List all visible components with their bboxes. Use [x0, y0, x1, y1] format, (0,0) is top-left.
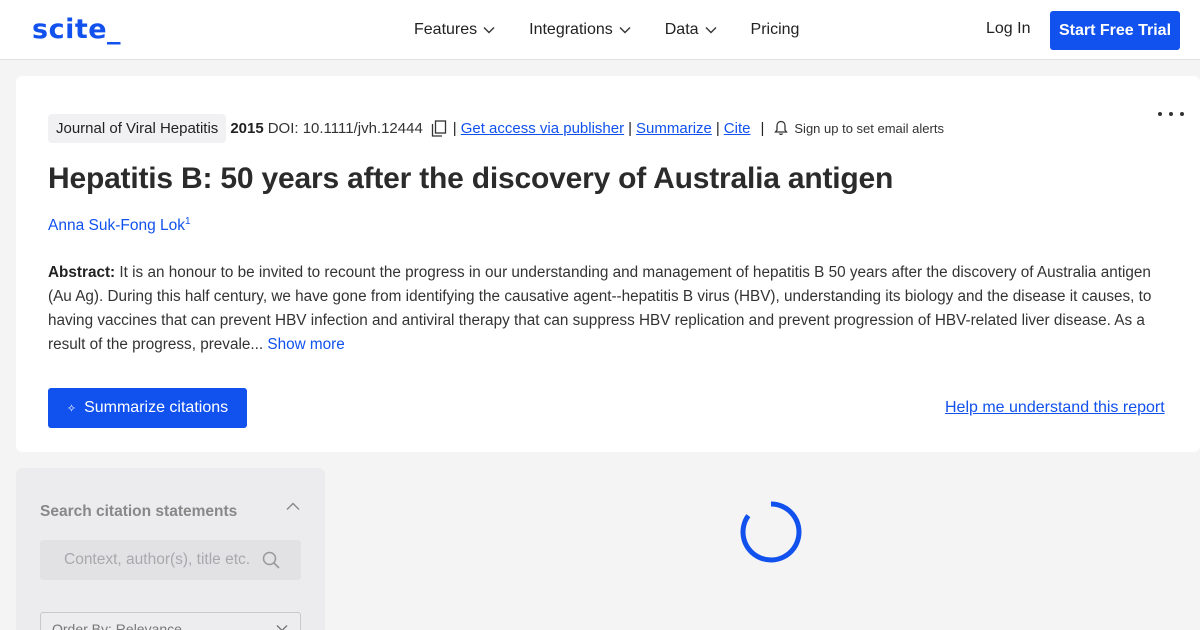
- nav-menu: Features Integrations Data Pricing: [414, 0, 833, 60]
- citation-search-placeholder: Context, author(s), title etc.: [64, 551, 251, 568]
- order-by-label: Order By: Relevance: [52, 621, 182, 630]
- help-understand-report-link[interactable]: Help me understand this report: [945, 399, 1165, 417]
- nav-item-integrations[interactable]: Integrations: [529, 21, 631, 39]
- get-access-link[interactable]: Get access via publisher: [461, 120, 624, 137]
- abstract-label: Abstract:: [48, 264, 116, 281]
- author-link[interactable]: Anna Suk-Fong Lok1: [48, 216, 191, 235]
- bell-icon[interactable]: [774, 120, 789, 136]
- chevron-down-icon: [619, 27, 631, 34]
- paper-title: Hepatitis B: 50 years after the discover…: [48, 162, 894, 195]
- separator: |: [715, 119, 720, 137]
- start-free-trial-button[interactable]: Start Free Trial: [1050, 11, 1180, 50]
- summarize-citations-button[interactable]: ✧ Summarize citations: [48, 388, 247, 428]
- nav-item-data[interactable]: Data: [665, 21, 717, 39]
- doi-text: DOI: 10.1111/jvh.12444: [267, 119, 423, 137]
- chevron-up-icon[interactable]: [286, 502, 300, 511]
- chevron-down-icon: [276, 625, 288, 630]
- nav-item-label: Data: [664, 21, 699, 38]
- separator: |: [760, 119, 765, 137]
- nav-item-features[interactable]: Features: [414, 21, 495, 39]
- separator: |: [628, 119, 633, 137]
- paper-meta-row: Journal of Viral Hepatitis 2015 DOI: 10.…: [48, 113, 944, 143]
- loading-spinner-icon: [740, 501, 802, 563]
- cite-link[interactable]: Cite: [724, 120, 751, 137]
- email-alerts-link[interactable]: Sign up to set email alerts: [794, 121, 944, 136]
- chevron-down-icon: [705, 27, 717, 34]
- citation-search-title: Search citation statements: [40, 503, 238, 520]
- more-options-icon[interactable]: [1158, 104, 1184, 124]
- summarize-link[interactable]: Summarize: [636, 120, 712, 137]
- abstract: Abstract: It is an honour to be invited …: [48, 261, 1168, 357]
- author-affiliation-marker: 1: [185, 216, 191, 227]
- abstract-text: It is an honour to be invited to recount…: [48, 264, 1152, 353]
- separator: |: [452, 119, 457, 137]
- sparkle-icon: ✧: [66, 402, 77, 415]
- chevron-down-icon: [483, 27, 495, 34]
- journal-badge[interactable]: Journal of Viral Hepatitis: [48, 113, 227, 143]
- nav-item-label: Integrations: [529, 21, 613, 38]
- login-link[interactable]: Log In: [986, 20, 1030, 38]
- nav-item-label: Pricing: [750, 21, 800, 38]
- summarize-citations-label: Summarize citations: [84, 399, 229, 416]
- nav-item-pricing[interactable]: Pricing: [751, 21, 800, 39]
- top-nav: scite_ Features Integrations Data Pricin…: [0, 0, 1200, 60]
- search-icon[interactable]: [262, 551, 280, 569]
- nav-item-label: Features: [414, 21, 478, 38]
- show-more-link[interactable]: Show more: [263, 336, 344, 353]
- publication-year: 2015: [230, 119, 264, 137]
- copy-icon[interactable]: [431, 119, 447, 137]
- scite-logo[interactable]: scite_: [32, 14, 121, 45]
- author-name: Anna Suk-Fong Lok: [48, 217, 186, 235]
